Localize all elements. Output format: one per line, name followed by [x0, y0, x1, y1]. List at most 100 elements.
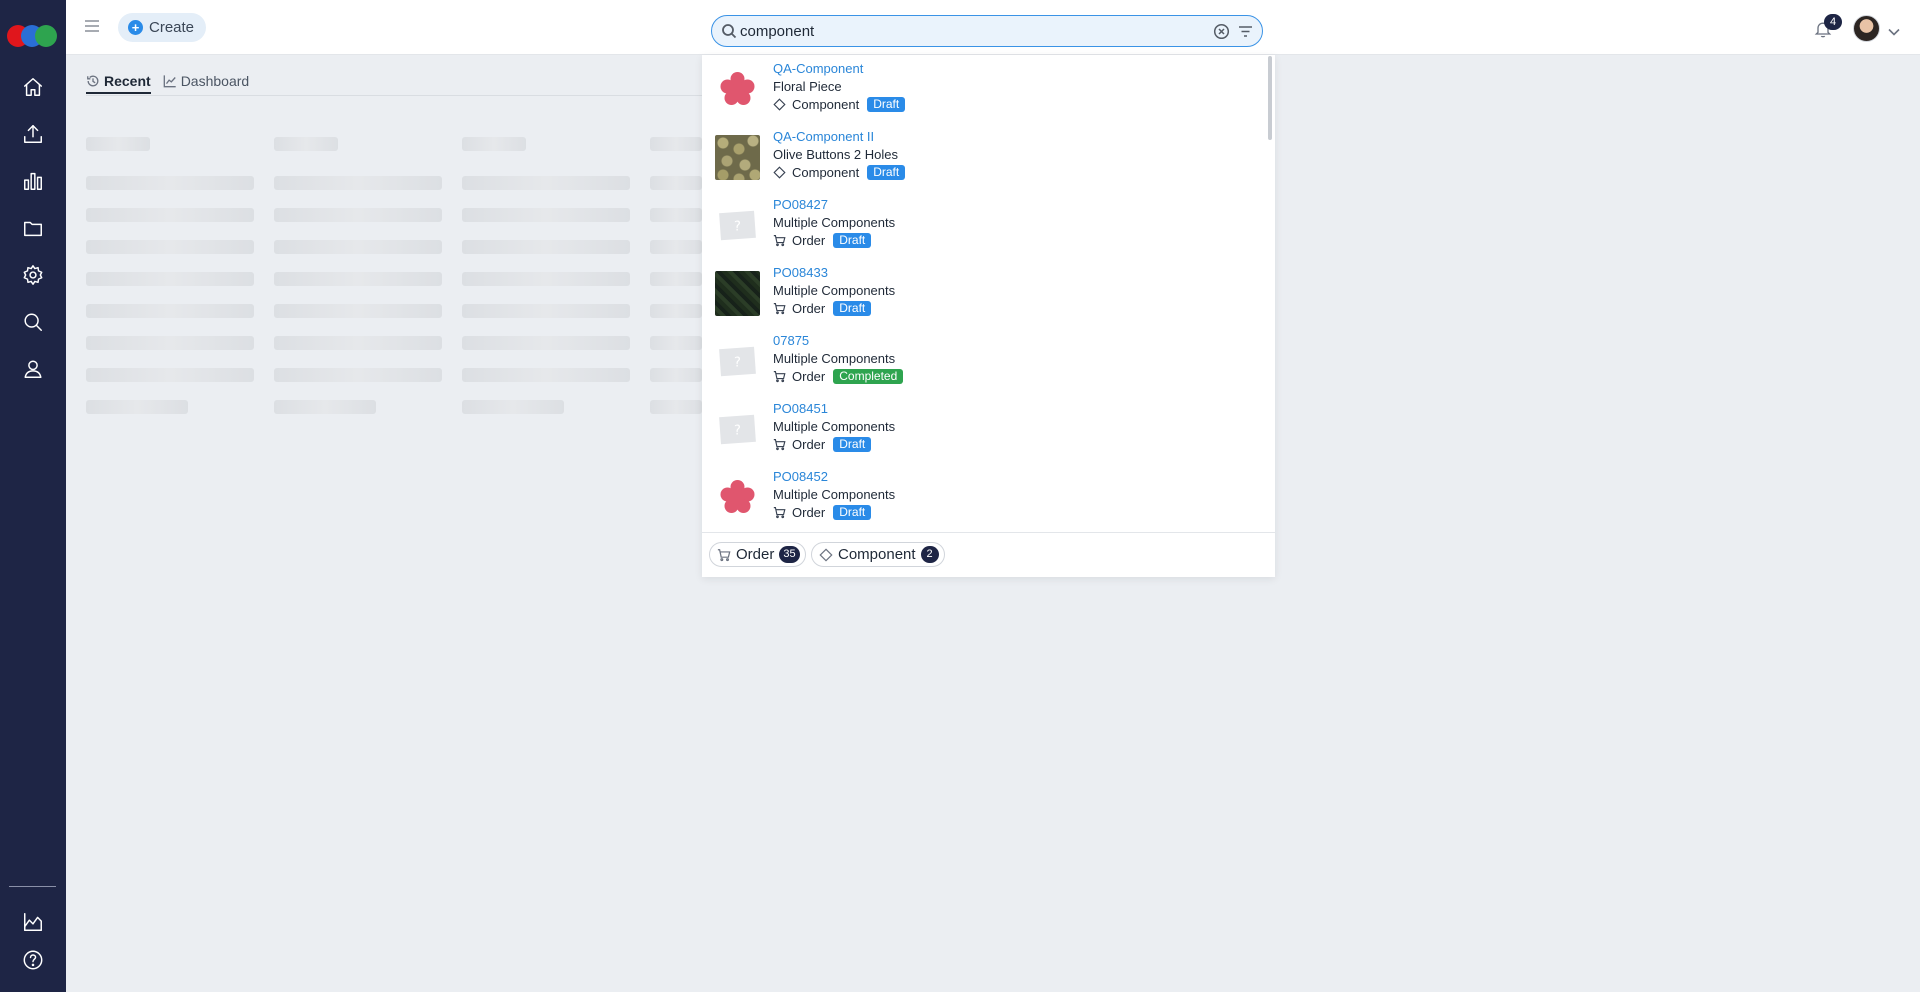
gear-icon[interactable]: [19, 261, 47, 289]
result-title[interactable]: PO08427: [773, 197, 828, 212]
result-type-label: Order: [792, 436, 826, 452]
cart-icon: [773, 302, 786, 315]
svg-text:?: ?: [734, 356, 741, 371]
search-icon[interactable]: [19, 308, 47, 336]
svg-text:?: ?: [734, 424, 741, 439]
search-input[interactable]: [740, 20, 1200, 42]
status-badge: Completed: [833, 368, 904, 384]
result-type-label: Order: [792, 368, 826, 384]
skeleton-bar: [86, 240, 254, 254]
result-thumbnail: ?: [715, 407, 760, 452]
skeleton-bar: [274, 208, 442, 222]
search-result-item[interactable]: QA-Component Floral Piece Component Draft: [702, 55, 1262, 123]
skeleton-bar: [462, 400, 564, 414]
result-type-label: Component: [792, 164, 860, 180]
skeleton-bar: [650, 400, 702, 414]
help-icon[interactable]: [19, 946, 47, 974]
search-result-item[interactable]: ? PO08451 Multiple Components Order Draft: [702, 395, 1262, 463]
create-button[interactable]: + Create: [118, 13, 207, 42]
clear-search-icon[interactable]: [1213, 23, 1230, 40]
skeleton-bar: [274, 400, 376, 414]
skeleton-bar: [650, 240, 702, 254]
result-thumbnail: [715, 475, 760, 520]
result-type-label: Order: [792, 504, 826, 520]
skeleton-bar: [462, 208, 630, 222]
skeleton-bar: [274, 272, 442, 286]
result-thumbnail: [715, 271, 760, 316]
result-thumbnail: ?: [715, 203, 760, 248]
skeleton-bar: [650, 176, 702, 190]
home-icon[interactable]: [19, 73, 47, 101]
filter-chip-label: Order: [736, 546, 775, 563]
result-title[interactable]: 07875: [773, 333, 809, 348]
filter-chip-component[interactable]: Component 2: [811, 542, 945, 567]
global-search[interactable]: [711, 15, 1263, 47]
result-title[interactable]: QA-Component: [773, 61, 863, 76]
result-type: Order Completed: [773, 368, 904, 384]
result-title[interactable]: PO08451: [773, 401, 828, 416]
result-type: Component Draft: [773, 96, 906, 112]
search-result-item[interactable]: ? PO08427 Multiple Components Order Draft: [702, 191, 1262, 259]
cart-icon: [773, 370, 786, 383]
result-title[interactable]: QA-Component II: [773, 129, 874, 144]
result-subtitle: Multiple Components: [773, 419, 896, 434]
result-subtitle: Multiple Components: [773, 351, 896, 366]
result-type: Order Draft: [773, 232, 872, 248]
result-subtitle: Multiple Components: [773, 487, 896, 502]
skeleton-bar: [650, 368, 702, 382]
menu-toggle-icon[interactable]: [84, 18, 100, 34]
skeleton-bar: [86, 400, 188, 414]
sidebar-divider: [9, 886, 56, 887]
folder-icon[interactable]: [19, 214, 47, 242]
filter-chip-label: Component: [838, 546, 916, 563]
avatar[interactable]: [1853, 15, 1880, 42]
search-result-item[interactable]: ? 07875 Multiple Components Order Completed: [702, 327, 1262, 395]
skeleton-bar: [462, 137, 526, 151]
search-result-item[interactable]: PO08452 Multiple Components Order Draft: [702, 463, 1262, 531]
result-thumbnail: [715, 135, 760, 180]
scrollbar[interactable]: [1268, 56, 1272, 140]
user-icon[interactable]: [19, 355, 47, 383]
tabs-divider: [86, 95, 706, 96]
diamond-icon: [773, 165, 786, 179]
skeleton-bar: [274, 304, 442, 318]
skeleton-bar: [650, 304, 702, 318]
area-chart-icon[interactable]: [19, 908, 47, 936]
status-badge: Draft: [833, 232, 872, 248]
filter-chip-order[interactable]: Order 35: [709, 542, 806, 567]
skeleton-bar: [462, 176, 630, 190]
create-button-label: Create: [149, 19, 195, 36]
result-title[interactable]: PO08433: [773, 265, 828, 280]
result-title[interactable]: PO08452: [773, 469, 828, 484]
skeleton-bar: [462, 368, 630, 382]
sidebar: [0, 0, 66, 992]
skeleton-bar: [86, 208, 254, 222]
bar-chart-icon[interactable]: [19, 167, 47, 195]
skeleton-bar: [650, 208, 702, 222]
result-type: Component Draft: [773, 164, 906, 180]
skeleton-bar: [86, 336, 254, 350]
tab-recent[interactable]: Recent: [86, 66, 151, 96]
cart-icon: [773, 234, 786, 247]
result-subtitle: Multiple Components: [773, 283, 896, 298]
tab-dashboard-label: Dashboard: [180, 73, 250, 89]
search-result-item[interactable]: PO08433 Multiple Components Order Draft: [702, 259, 1262, 327]
upload-icon[interactable]: [19, 120, 47, 148]
tab-dashboard[interactable]: Dashboard: [163, 66, 250, 96]
skeleton-bar: [462, 272, 630, 286]
diamond-icon: [819, 547, 833, 562]
notification-count-badge: 4: [1824, 14, 1842, 30]
chevron-down-icon[interactable]: [1888, 24, 1900, 36]
result-type-label: Component: [792, 96, 860, 112]
skeleton-bar: [86, 272, 254, 286]
search-result-item[interactable]: QA-Component II Olive Buttons 2 Holes Comp…: [702, 123, 1262, 191]
result-type: Order Draft: [773, 300, 872, 316]
status-badge: Draft: [833, 436, 872, 452]
skeleton-bar: [462, 304, 630, 318]
filter-icon[interactable]: [1238, 24, 1253, 39]
status-badge: Draft: [833, 504, 872, 520]
app-logo[interactable]: [7, 25, 59, 47]
skeleton-bar: [274, 137, 338, 151]
diamond-icon: [773, 97, 786, 111]
result-subtitle: Floral Piece: [773, 79, 842, 94]
